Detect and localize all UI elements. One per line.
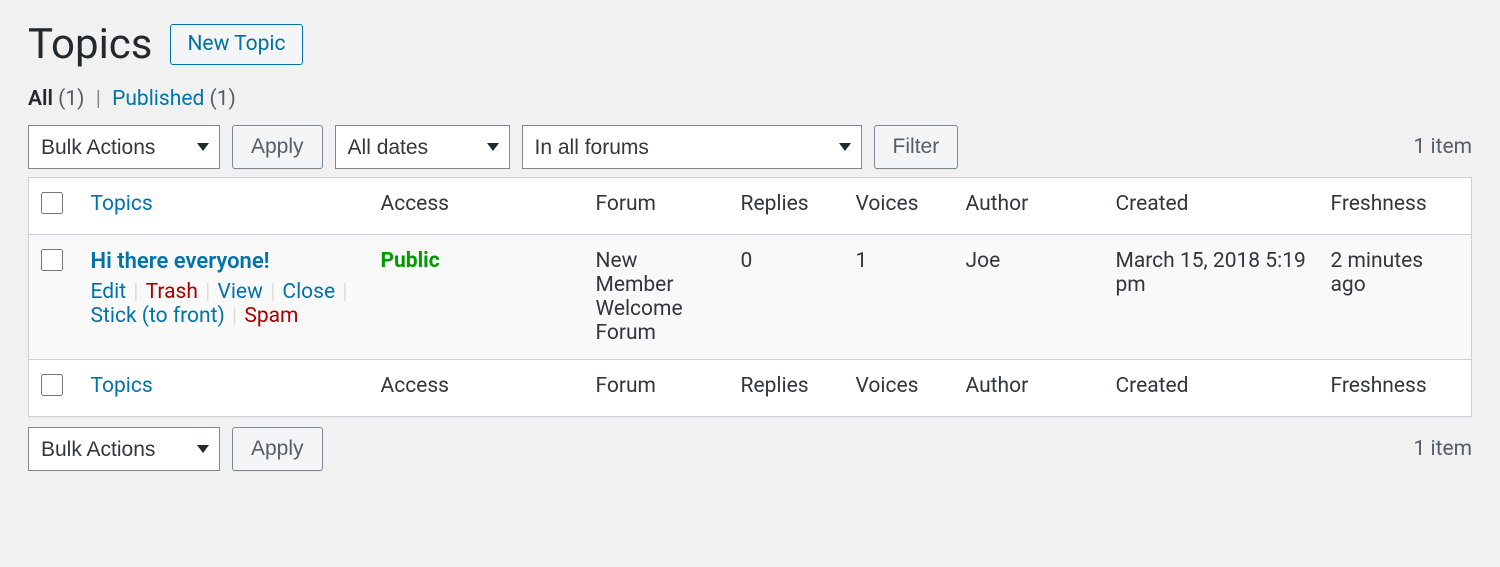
- table-row: Hi there everyone! Edit | Trash | View |…: [29, 235, 1472, 360]
- topics-admin-page: Topics New Topic All (1) | Published (1)…: [0, 0, 1500, 499]
- row-freshness-cell: 2 minutes ago: [1319, 235, 1472, 360]
- date-filter-select[interactable]: All dates: [335, 125, 510, 169]
- apply-button-top[interactable]: Apply: [232, 125, 323, 169]
- column-header-forum: Forum: [584, 178, 729, 235]
- action-trash[interactable]: Trash: [146, 280, 198, 304]
- table-footer-row: Topics Access Forum Replies Voices Autho…: [29, 360, 1472, 417]
- filter-published[interactable]: Published (1): [112, 87, 236, 111]
- column-header-access: Access: [369, 178, 584, 235]
- filter-all[interactable]: All (1): [28, 87, 90, 111]
- row-voices-cell: 1: [844, 235, 954, 360]
- filter-button[interactable]: Filter: [874, 125, 959, 169]
- bulk-actions-select-top[interactable]: Bulk Actions: [28, 125, 220, 169]
- topic-title-link[interactable]: Hi there everyone!: [91, 249, 270, 274]
- heading-row: Topics New Topic: [28, 20, 1472, 69]
- row-replies-cell: 0: [729, 235, 844, 360]
- column-footer-topics[interactable]: Topics: [79, 360, 369, 417]
- action-stick[interactable]: Stick (to front): [91, 304, 225, 328]
- select-all-footer: [29, 360, 79, 417]
- row-access-cell: Public: [369, 235, 584, 360]
- column-header-topics-link[interactable]: Topics: [91, 192, 153, 216]
- column-header-author: Author: [954, 178, 1104, 235]
- column-footer-freshness: Freshness: [1319, 360, 1472, 417]
- apply-button-bottom[interactable]: Apply: [232, 427, 323, 471]
- action-spam[interactable]: Spam: [244, 304, 298, 328]
- row-author-cell: Joe: [954, 235, 1104, 360]
- tablenav-top: Bulk Actions Apply All dates In all foru…: [28, 125, 1472, 169]
- select-all-checkbox-top[interactable]: [41, 192, 63, 214]
- row-select-cell: [29, 235, 79, 360]
- column-header-created: Created: [1104, 178, 1319, 235]
- access-badge: Public: [381, 249, 440, 273]
- item-count-top: 1 item: [1413, 135, 1472, 159]
- new-topic-button[interactable]: New Topic: [170, 24, 302, 65]
- column-header-topics[interactable]: Topics: [79, 178, 369, 235]
- tablenav-bottom-actions: Bulk Actions Apply: [28, 427, 323, 471]
- tablenav-bottom: Bulk Actions Apply 1 item: [28, 427, 1472, 471]
- column-header-replies: Replies: [729, 178, 844, 235]
- topics-table: Topics Access Forum Replies Voices Autho…: [28, 177, 1472, 417]
- column-footer-author: Author: [954, 360, 1104, 417]
- row-title-cell: Hi there everyone! Edit | Trash | View |…: [79, 235, 369, 360]
- select-all-checkbox-bottom[interactable]: [41, 374, 63, 396]
- action-view[interactable]: View: [217, 280, 262, 304]
- table-header-row: Topics Access Forum Replies Voices Autho…: [29, 178, 1472, 235]
- filter-published-count: (1): [210, 87, 236, 111]
- column-footer-forum: Forum: [584, 360, 729, 417]
- row-created-cell: March 15, 2018 5:19 pm: [1104, 235, 1319, 360]
- filter-all-count: (1): [58, 87, 84, 111]
- forum-filter-select[interactable]: In all forums: [522, 125, 862, 169]
- column-header-freshness: Freshness: [1319, 178, 1472, 235]
- action-edit[interactable]: Edit: [91, 280, 127, 304]
- row-actions: Edit | Trash | View | Close | Stick (to …: [91, 280, 357, 328]
- column-footer-replies: Replies: [729, 360, 844, 417]
- filter-separator: |: [90, 87, 107, 111]
- column-footer-voices: Voices: [844, 360, 954, 417]
- column-footer-access: Access: [369, 360, 584, 417]
- select-all-header: [29, 178, 79, 235]
- status-filter-links: All (1) | Published (1): [28, 87, 1472, 111]
- bulk-actions-select-bottom[interactable]: Bulk Actions: [28, 427, 220, 471]
- tablenav-top-actions: Bulk Actions Apply All dates In all foru…: [28, 125, 958, 169]
- row-select-checkbox[interactable]: [41, 249, 63, 271]
- column-header-voices: Voices: [844, 178, 954, 235]
- row-forum-cell: New Member Welcome Forum: [584, 235, 729, 360]
- item-count-bottom: 1 item: [1413, 437, 1472, 461]
- column-footer-topics-link[interactable]: Topics: [91, 374, 153, 398]
- page-title: Topics: [28, 20, 152, 69]
- action-close[interactable]: Close: [282, 280, 335, 304]
- filter-all-label: All: [28, 87, 53, 111]
- column-footer-created: Created: [1104, 360, 1319, 417]
- filter-published-label: Published: [112, 87, 204, 111]
